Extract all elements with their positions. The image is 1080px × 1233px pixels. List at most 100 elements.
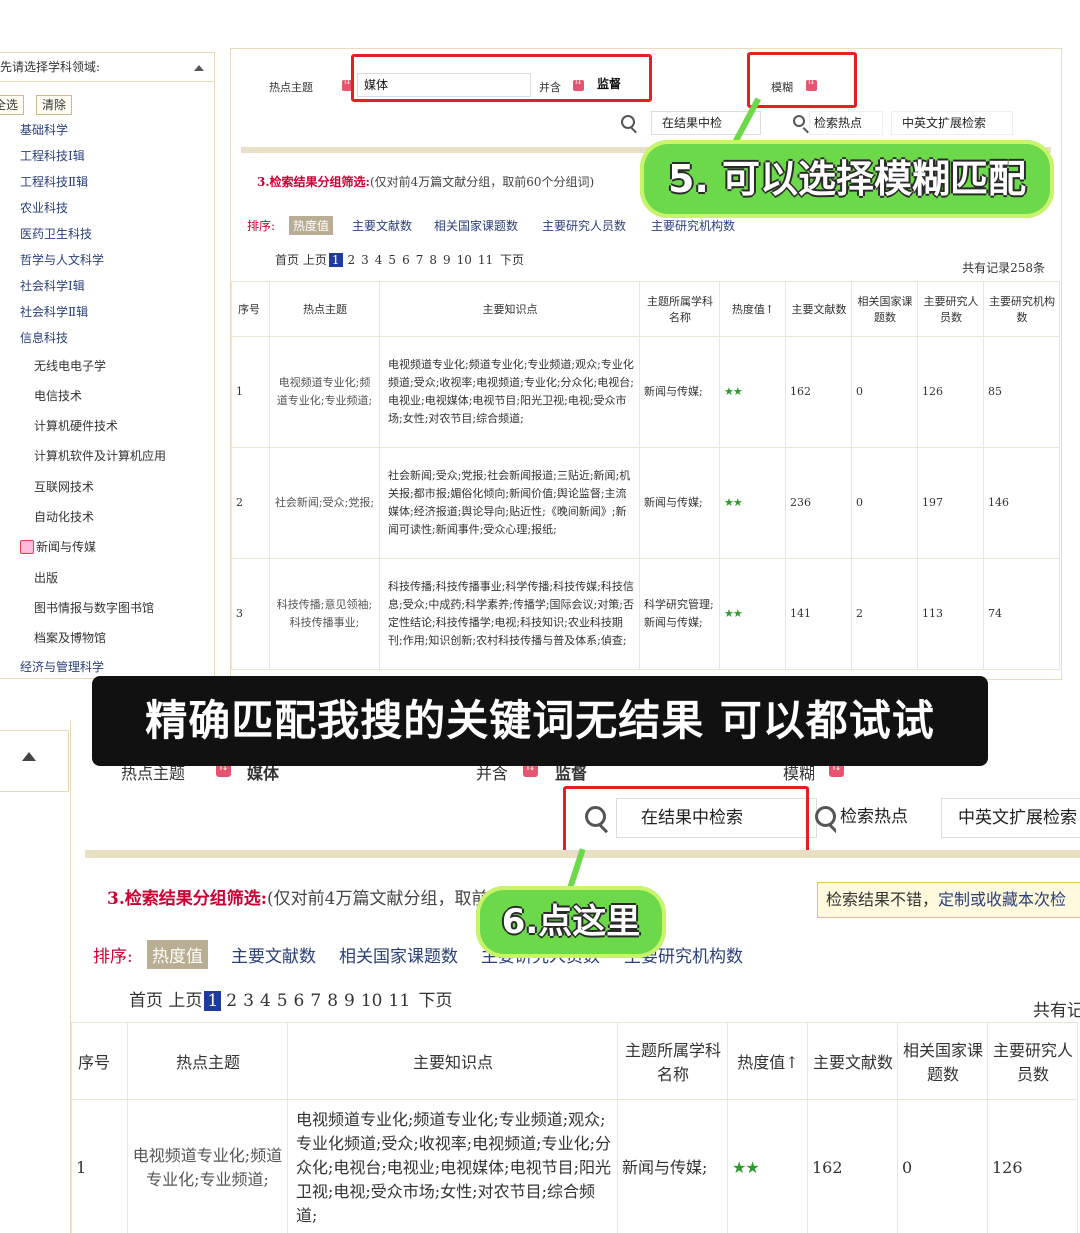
sidebar-item[interactable]: 互联网技术: [34, 478, 94, 495]
pager-page[interactable]: 10: [457, 253, 472, 267]
cell-subject: 新闻与传媒;: [639, 447, 720, 559]
cell-heat: ★★: [727, 1099, 808, 1233]
collapse-arrow-icon[interactable]: [194, 65, 204, 71]
sidebar-item[interactable]: 社会科学Ⅱ辑: [20, 303, 88, 320]
notice-link[interactable]: 定制或收藏本次检: [938, 890, 1066, 909]
table-row: 2 社会新闻;受众;党报; 社会新闻;受众;党报;社会新闻报道;三贴近;新闻;机关报…: [231, 447, 1060, 559]
cell-projects: 0: [897, 1099, 988, 1233]
sort-docs[interactable]: 主要文献数: [231, 942, 316, 967]
select-all-button[interactable]: 全选: [0, 95, 25, 115]
sidebar-item[interactable]: 图书情报与数字图书馆: [34, 599, 154, 616]
pager-page[interactable]: 7: [310, 991, 321, 1011]
search-in-results-highlight: [563, 786, 809, 856]
column-header[interactable]: 相关国家课题数: [851, 281, 918, 337]
cell-topic[interactable]: 社会新闻;受众;党报;: [269, 447, 380, 559]
sidebar-item[interactable]: 档案及博物馆: [34, 629, 106, 646]
sidebar-item[interactable]: 信息科技: [20, 329, 68, 346]
search-hot-button[interactable]: 检索热点: [809, 111, 883, 135]
collapse-arrow-icon[interactable]: [22, 752, 36, 761]
pager-prev[interactable]: 上页: [168, 991, 202, 1011]
sidebar-item[interactable]: 无线电电子学: [34, 357, 106, 374]
expand-search-button[interactable]: 中英文扩展检索: [891, 111, 1013, 135]
column-header[interactable]: 主要研究人员数: [917, 281, 984, 337]
pager-first[interactable]: 首页: [275, 253, 299, 267]
hot-search-icon[interactable]: [815, 806, 836, 827]
sidebar-item[interactable]: 工程科技Ⅱ辑: [20, 173, 88, 190]
cell-topic[interactable]: 电视频道专业化;频道专业化;专业频道;: [269, 336, 380, 448]
pager-first[interactable]: 首页: [129, 991, 163, 1011]
clear-button[interactable]: 清除: [36, 95, 73, 115]
sidebar-item[interactable]: 新闻与传媒: [20, 538, 96, 555]
pager-page[interactable]: 11: [478, 253, 493, 267]
sidebar-item[interactable]: 农业科技: [20, 199, 68, 216]
pager-page[interactable]: 2: [348, 253, 356, 267]
sort-heat[interactable]: 热度值: [147, 940, 208, 969]
sidebar-item[interactable]: 工程科技Ⅰ辑: [20, 147, 85, 164]
column-header[interactable]: 热度值↑: [719, 281, 786, 337]
cell-subject: 科学研究管理;新闻与传媒;: [639, 558, 720, 670]
sort-orgs[interactable]: 主要研究机构数: [651, 217, 735, 234]
pager-next[interactable]: 下页: [500, 253, 524, 267]
search-icon[interactable]: [621, 115, 635, 129]
sidebar-item[interactable]: 哲学与人文科学: [20, 251, 104, 268]
sidebar-item[interactable]: 医药卫生科技: [20, 225, 92, 242]
pager-page[interactable]: 7: [416, 253, 424, 267]
pager-page[interactable]: 6: [294, 991, 305, 1011]
cell-people: 197: [917, 447, 984, 559]
column-header[interactable]: 主要研究机构数: [983, 281, 1060, 337]
pager-page[interactable]: 8: [429, 253, 437, 267]
sort-heat[interactable]: 热度值: [289, 216, 334, 235]
pager-page[interactable]: 9: [344, 991, 355, 1011]
column-header[interactable]: 主要研究人员数: [987, 1022, 1078, 1100]
pager-page[interactable]: 10: [361, 991, 383, 1011]
pager-current[interactable]: 1: [328, 253, 343, 267]
pager-next[interactable]: 下页: [419, 991, 453, 1011]
result-group-title-text: 3.检索结果分组筛选:: [107, 889, 268, 909]
cell-topic[interactable]: 电视频道专业化;频道专业化;专业频道;: [127, 1099, 288, 1233]
sort-docs[interactable]: 主要文献数: [352, 217, 412, 234]
sidebar-item[interactable]: 出版: [34, 569, 58, 586]
pager-page[interactable]: 4: [260, 991, 271, 1011]
cell-heat: ★★: [719, 558, 786, 670]
sidebar-item[interactable]: 计算机硬件技术: [34, 417, 118, 434]
sort-projects[interactable]: 相关国家课题数: [339, 942, 458, 967]
sort-projects[interactable]: 相关国家课题数: [434, 217, 518, 234]
sidebar-item[interactable]: 电信技术: [34, 387, 82, 404]
pager-page[interactable]: 2: [226, 991, 237, 1011]
sidebar-item[interactable]: 基础科学: [20, 121, 68, 138]
pager-page[interactable]: 3: [361, 253, 369, 267]
sidebar-item[interactable]: 经济与管理科学: [20, 658, 104, 675]
column-header[interactable]: 主要文献数: [807, 1022, 898, 1100]
step5-callout: 5. 可以选择模糊匹配: [640, 140, 1054, 218]
pager-page[interactable]: 11: [389, 991, 411, 1011]
bottom-screenshot: 热点主题 媒体 并含 监督 模糊 在结果中检索 检索热点 中英文扩展检索 3.检…: [0, 720, 1080, 1233]
pager-current[interactable]: 1: [204, 991, 222, 1011]
column-header[interactable]: 相关国家课题数: [897, 1022, 988, 1100]
pager-page[interactable]: 6: [402, 253, 410, 267]
sidebar-item[interactable]: 计算机软件及计算机应用: [34, 447, 166, 464]
sort-people[interactable]: 主要研究人员数: [542, 217, 626, 234]
pager-pages[interactable]: 2 3 4 5 6 7 8 9 10 11: [223, 991, 413, 1011]
pager-page[interactable]: 8: [327, 991, 338, 1011]
cell-docs: 162: [785, 336, 852, 448]
pager: 首页 上页 1 2 3 4 5 6 7 8 9 10 11 下页: [275, 251, 524, 268]
pager-page[interactable]: 9: [443, 253, 451, 267]
column-header[interactable]: 主要文献数: [785, 281, 852, 337]
column-header[interactable]: 热度值↑: [727, 1022, 808, 1100]
expand-search-button[interactable]: 中英文扩展检索: [941, 798, 1080, 838]
pager-prev[interactable]: 上页: [303, 253, 327, 267]
checkbox-checked-icon[interactable]: [20, 540, 34, 554]
cell-topic[interactable]: 科技传播;意见领袖;科技传播事业;: [269, 558, 380, 670]
sidebar-item[interactable]: 自动化技术: [34, 508, 94, 525]
search-hot-button[interactable]: 检索热点: [836, 798, 928, 836]
pager-page[interactable]: 4: [375, 253, 383, 267]
cell-people: 126: [917, 336, 984, 448]
hot-search-icon[interactable]: [793, 115, 805, 127]
sidebar-header[interactable]: 先请选择学科领域:: [0, 53, 214, 82]
pager-pages[interactable]: 2 3 4 5 6 7 8 9 10 11: [345, 253, 497, 267]
sidebar-item[interactable]: 社会科学Ⅰ辑: [20, 277, 85, 294]
pager-page[interactable]: 5: [388, 253, 396, 267]
pager-page[interactable]: 5: [277, 991, 288, 1011]
pager-page[interactable]: 3: [243, 991, 254, 1011]
cell-no: 1: [71, 1099, 128, 1233]
